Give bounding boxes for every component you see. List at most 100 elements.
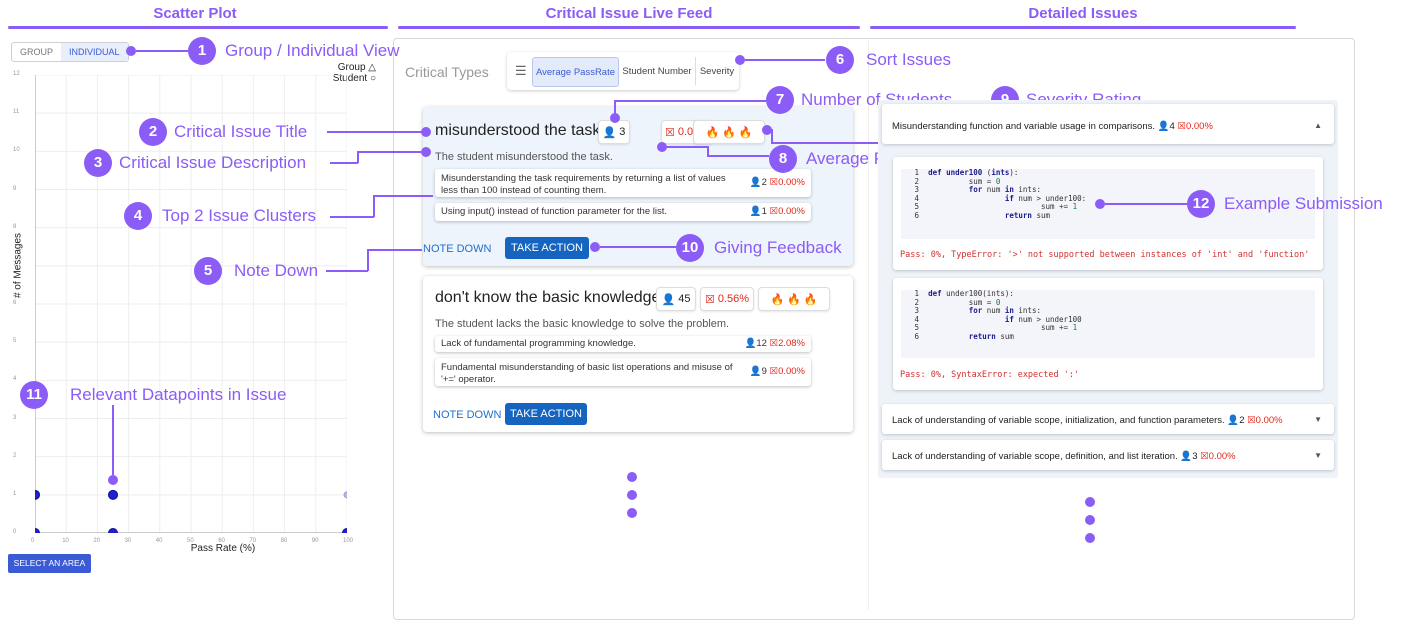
pass-rate-icon: ☒ (664, 126, 675, 139)
annotation-10-dot (590, 242, 600, 252)
cluster-text: Misunderstanding the task requirements b… (441, 173, 726, 196)
toggle-individual[interactable]: INDIVIDUAL (61, 43, 128, 61)
sort-icon: ☰ (515, 63, 527, 78)
annotation-7-line (614, 100, 766, 102)
note-down-button[interactable]: NOTE DOWN (433, 409, 501, 421)
issue-cluster[interactable]: Misunderstanding the task requirements b… (435, 169, 811, 197)
annotation-4-label: Top 2 Issue Clusters (162, 206, 317, 225)
person-icon: 👤 (602, 126, 617, 139)
annotation-4-line (373, 195, 375, 217)
sort-average-passrate[interactable]: Average PassRate (532, 57, 619, 87)
x-tick-label: 30 (124, 538, 132, 544)
x-tick-label: 90 (311, 538, 319, 544)
cluster-pass-rate: 2.08% (778, 338, 805, 349)
detail-issue-header[interactable]: Lack of understanding of variable scope,… (882, 440, 1334, 470)
data-point (108, 489, 118, 500)
issue-cluster[interactable]: Lack of fundamental programming knowledg… (435, 336, 811, 352)
annotation-7-line (614, 100, 616, 114)
pass-rate-icon: ☒ (1247, 415, 1256, 426)
take-action-button[interactable]: TAKE ACTION (505, 403, 587, 425)
group-individual-toggle[interactable]: GROUP INDIVIDUAL (11, 42, 129, 62)
select-area-button[interactable]: SELECT AN AREA (8, 554, 91, 573)
x-tick-label: 10 (62, 538, 69, 544)
pass-rate-value: 0.56% (717, 293, 750, 305)
flame-icon: 🔥 (770, 293, 785, 306)
cluster-meta: 👤2 ☒0.00% (750, 177, 805, 188)
annotation-1-label: Group / Individual View (225, 41, 400, 60)
y-tick-label: 5 (13, 338, 17, 345)
circle-icon: ○ (369, 73, 376, 84)
pass-rate-icon: ☒ (769, 206, 779, 217)
annotation-10-label: Giving Feedback (714, 238, 842, 257)
cluster-meta: 👤12 ☒2.08% (744, 338, 805, 349)
issue-card-2[interactable]: don't know the basic knowledge 👤 45 ☒ 0.56… (423, 276, 853, 432)
detail-header-underline (870, 26, 1296, 29)
issue-cluster[interactable]: Fundamental misunderstanding of basic li… (435, 358, 811, 386)
annotation-3-line (330, 162, 358, 164)
take-action-button[interactable]: TAKE ACTION (505, 237, 589, 259)
annotation-12-badge: 12 (1187, 190, 1215, 218)
cluster-text: Lack of fundamental programming knowledg… (441, 338, 636, 349)
pass-rate-icon: ☒ (769, 338, 779, 349)
y-tick-label: 4 (13, 376, 17, 383)
note-down-button[interactable]: NOTE DOWN (423, 243, 491, 255)
annotation-7-badge: 7 (766, 86, 794, 114)
caret-down-icon[interactable]: ▼ (1314, 451, 1322, 460)
detailed-issues-header: Detailed Issues (1028, 5, 1138, 22)
annotation-4-line (330, 216, 374, 218)
scatter-plot[interactable] (35, 75, 347, 533)
annotation-5-line (326, 270, 368, 272)
code-block: 1 def under100(ints): 2 sum = 0 3 for nu… (901, 289, 1315, 358)
sort-severity[interactable]: Severity (695, 57, 739, 85)
flame-icon: 🔥 (705, 126, 720, 139)
person-icon: 👤 (1180, 451, 1193, 462)
annotation-5-label: Note Down (234, 261, 319, 280)
caret-up-icon[interactable]: ▲ (1314, 121, 1322, 130)
more-indicator-dot (1085, 533, 1095, 543)
flame-icon: 🔥 (803, 293, 818, 306)
flame-icon: 🔥 (787, 293, 801, 306)
annotation-2-dot (421, 127, 431, 137)
pass-rate-icon: ☒ (769, 177, 779, 188)
cluster-students: 12 (756, 338, 767, 349)
sort-bar: ☰ Average PassRate Student Number Severi… (507, 52, 739, 90)
scatter-header-underline (8, 26, 388, 29)
annotation-6-line (745, 59, 825, 61)
person-icon: 👤 (1227, 415, 1240, 426)
critical-types-label: Critical Types (405, 64, 489, 80)
cluster-text: Using input() instead of function parame… (441, 206, 668, 217)
cluster-meta: 👤1 ☒0.00% (750, 206, 805, 217)
person-icon: 👤 (1157, 121, 1170, 132)
annotation-11-label: Relevant Datapoints in Issue (70, 385, 287, 404)
annotation-12-dot (1095, 199, 1105, 209)
caret-down-icon[interactable]: ▼ (1314, 415, 1322, 424)
sort-student-number[interactable]: Student Number (619, 57, 696, 85)
x-tick-label: 100 (343, 538, 354, 544)
annotation-5-line (367, 249, 369, 271)
y-tick-label: 11 (13, 109, 20, 116)
issue-cluster[interactable]: Using input() instead of function parame… (435, 203, 811, 221)
annotation-4-line (373, 195, 433, 197)
annotation-3-dot (421, 147, 431, 157)
detail-issue-header[interactable]: Lack of understanding of variable scope,… (882, 404, 1334, 434)
more-indicator-dot (627, 472, 637, 482)
annotation-8-line (666, 146, 708, 148)
detail-issue-header[interactable]: Misunderstanding function and variable u… (882, 104, 1334, 144)
annotation-2-label: Critical Issue Title (174, 122, 308, 141)
pass-rate-pill: ☒ 0.56% (700, 287, 754, 311)
student-count-pill: 👤 3 (598, 120, 630, 144)
person-icon: 👤 (744, 338, 757, 349)
pass-rate-icon: ☒ (704, 293, 715, 306)
pass-rate-icon: ☒ (769, 366, 779, 377)
y-tick-label: 10 (13, 147, 20, 154)
feed-header-underline (398, 26, 860, 29)
more-indicator-dot (627, 490, 637, 500)
toggle-group[interactable]: GROUP (12, 43, 61, 61)
annotation-6-dot (735, 55, 745, 65)
y-tick-label: 3 (13, 414, 17, 421)
cluster-meta: 👤9 ☒0.00% (750, 366, 805, 377)
pass-rate-icon: ☒ (1200, 451, 1209, 462)
annotation-6-badge: 6 (826, 46, 854, 74)
flame-icon: 🔥 (722, 126, 736, 139)
y-tick-label: 2 (13, 452, 17, 459)
